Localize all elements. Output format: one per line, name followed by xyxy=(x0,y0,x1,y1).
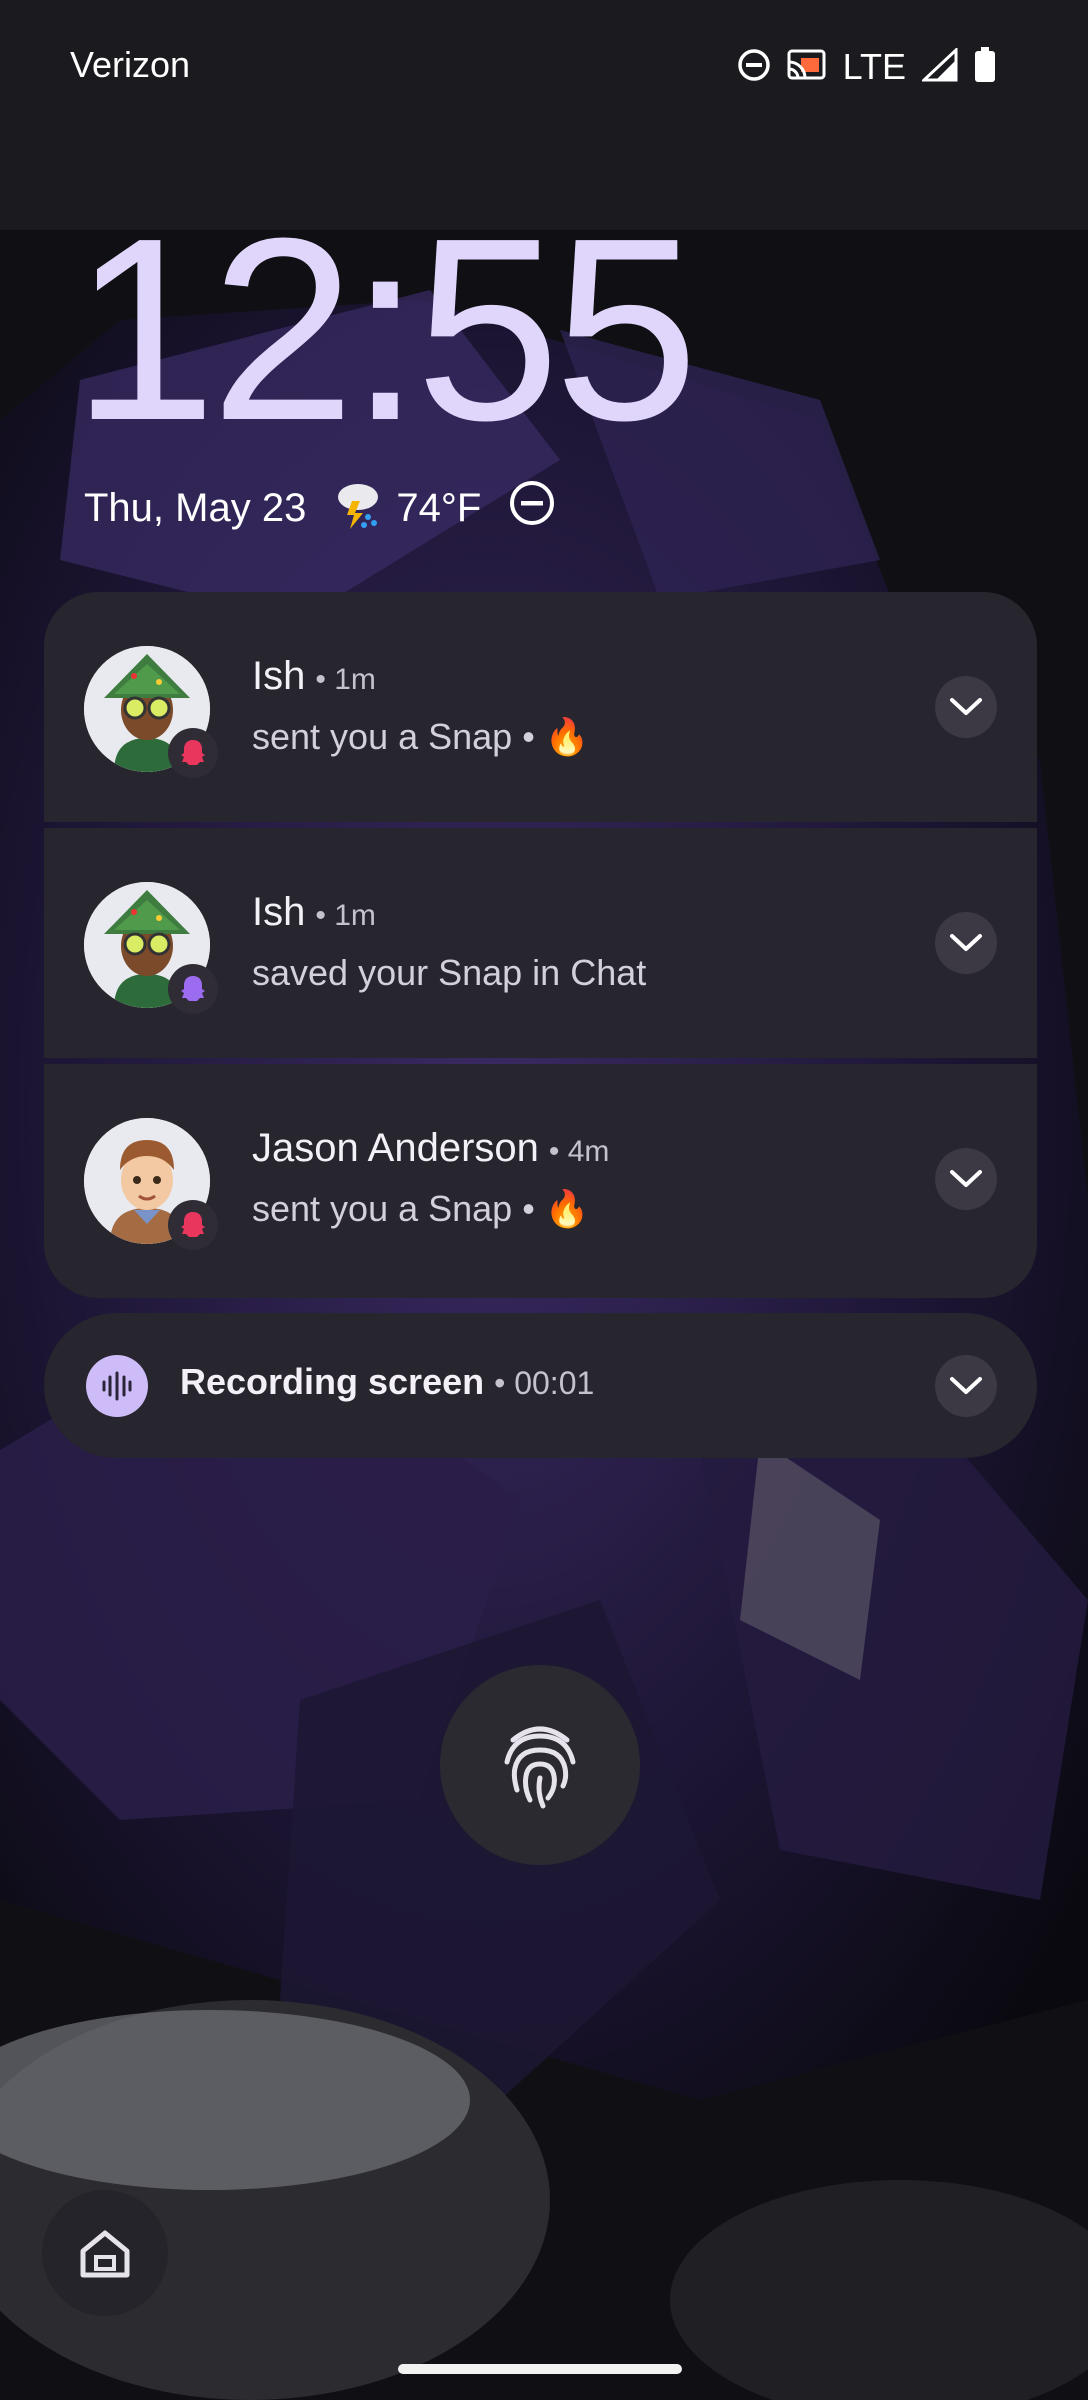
fire-emoji: 🔥 xyxy=(544,1188,590,1229)
chevron-down-icon xyxy=(950,934,982,951)
lock-clock: 12:55 xyxy=(72,185,699,475)
snapchat-ghost-icon xyxy=(168,728,218,778)
weather[interactable]: 74°F xyxy=(334,477,481,539)
gesture-nav-handle[interactable] xyxy=(398,2364,682,2374)
home-icon xyxy=(80,2230,130,2278)
carrier-label: Verizon xyxy=(70,44,191,85)
fire-emoji: 🔥 xyxy=(544,716,590,757)
notification-title: Ish • 1m xyxy=(252,890,376,935)
temperature-label: 74°F xyxy=(396,485,482,530)
date-label: Thu, May 23 xyxy=(84,485,307,530)
thunderstorm-icon xyxy=(334,477,382,539)
recording-notification[interactable]: Recording screen • 00:01 xyxy=(44,1313,1037,1458)
expand-button[interactable] xyxy=(935,912,997,974)
notification-item[interactable]: Ish • 1m sent you a Snap • 🔥 xyxy=(44,592,1037,822)
recording-title: Recording screen • 00:01 xyxy=(180,1361,594,1403)
network-type: LTE xyxy=(842,46,906,87)
notification-item[interactable]: Ish • 1m saved your Snap in Chat xyxy=(44,828,1037,1058)
notification-group: Ish • 1m sent you a Snap • 🔥 Ish • 1m sa… xyxy=(44,592,1037,1298)
home-shortcut-button[interactable] xyxy=(42,2190,168,2316)
chevron-down-icon xyxy=(950,698,982,715)
expand-button[interactable] xyxy=(935,676,997,738)
snapchat-ghost-icon xyxy=(168,1200,218,1250)
battery-icon xyxy=(974,46,996,88)
sender-name: Ish xyxy=(252,890,306,934)
chevron-down-icon xyxy=(950,1377,982,1394)
chevron-down-icon xyxy=(950,1170,982,1187)
do-not-disturb-icon[interactable] xyxy=(509,480,555,536)
message-text: saved your Snap in Chat xyxy=(252,952,647,993)
notification-time: • 1m xyxy=(315,663,376,696)
notification-title: Ish • 1m xyxy=(252,654,376,699)
notification-text: sent you a Snap • 🔥 xyxy=(252,716,590,758)
notification-title: Jason Anderson • 4m xyxy=(252,1126,609,1171)
snapchat-ghost-icon xyxy=(168,964,218,1014)
fingerprint-unlock-button[interactable] xyxy=(440,1665,640,1865)
date-weather-row: Thu, May 23 74°F xyxy=(84,478,555,538)
audio-waveform-icon xyxy=(86,1355,148,1417)
cast-icon xyxy=(787,48,827,87)
notification-time: • 1m xyxy=(315,899,376,932)
notification-time: • 4m xyxy=(548,1135,610,1168)
notification-text: saved your Snap in Chat xyxy=(252,952,646,994)
notification-text: sent you a Snap • 🔥 xyxy=(252,1188,590,1230)
sender-name: Ish xyxy=(252,654,306,698)
expand-button[interactable] xyxy=(935,1355,997,1417)
status-icons: LTE xyxy=(737,44,996,90)
sender-name: Jason Anderson xyxy=(252,1126,539,1170)
recording-timer: • 00:01 xyxy=(494,1365,595,1401)
message-text: sent you a Snap • xyxy=(252,1188,535,1229)
recording-label: Recording screen xyxy=(180,1361,485,1402)
status-bar: Verizon LTE xyxy=(0,0,1088,135)
fingerprint-icon xyxy=(504,1726,576,1809)
message-text: sent you a Snap • xyxy=(252,716,535,757)
notification-item[interactable]: Jason Anderson • 4m sent you a Snap • 🔥 xyxy=(44,1064,1037,1298)
signal-icon xyxy=(920,46,958,87)
do-not-disturb-icon xyxy=(737,48,771,87)
expand-button[interactable] xyxy=(935,1148,997,1210)
